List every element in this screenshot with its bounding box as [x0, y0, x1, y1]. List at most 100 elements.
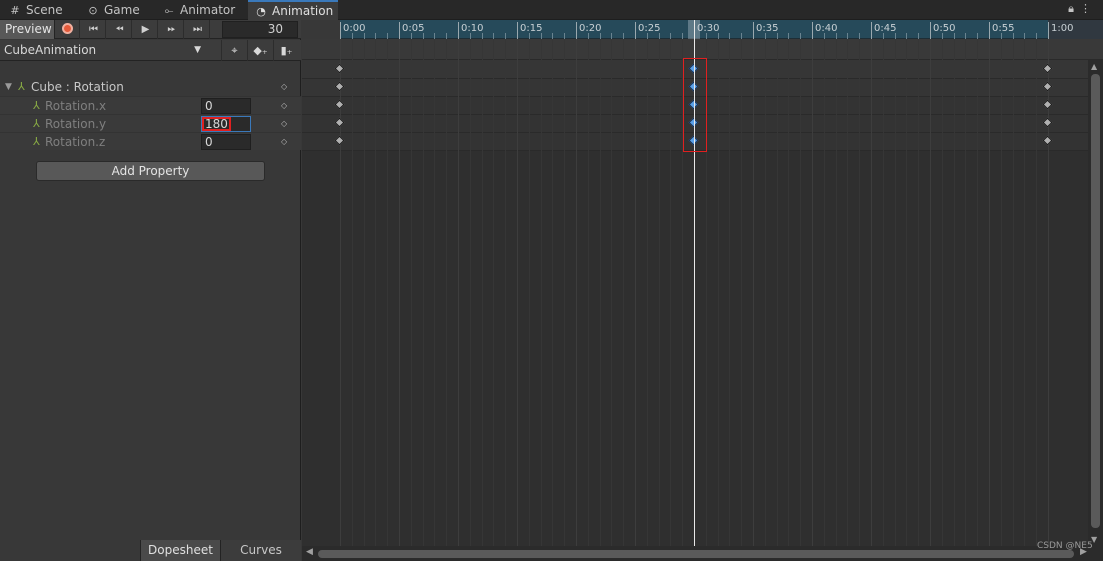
ruler-tick-label: 0:15: [520, 23, 543, 34]
keyframe-diamond-icon[interactable]: ◇: [281, 97, 287, 115]
grid-minor-line: [505, 39, 507, 549]
previous-keyframe-button[interactable]: ⏪︎: [108, 20, 132, 39]
record-button[interactable]: [56, 20, 80, 39]
grid-minor-line: [776, 39, 778, 549]
grid-major-line: [989, 39, 990, 549]
add-event-button[interactable]: ▮₊: [273, 40, 299, 61]
grid-minor-line: [717, 39, 719, 549]
playback-toolbar: Preview ⏮ ⏪︎ ▶ ⏩︎ ⏭ 30: [0, 20, 301, 39]
tab-curves[interactable]: Curves: [220, 540, 301, 561]
ruler-major-tick: [458, 22, 459, 39]
tab-animation[interactable]: ◔ Animation: [248, 0, 338, 20]
dopesheet-timeline[interactable]: 0:00 0:05 0:10 0:15 0:20 0:25 0:30 0:35 0:40 0:45…: [302, 20, 1103, 561]
add-keyframe-button[interactable]: ◆₊: [247, 40, 273, 61]
property-row-rotation-y[interactable]: ⅄ Rotation.y 180 ◇: [0, 114, 301, 132]
horizontal-scrollbar[interactable]: ◀ ▶: [302, 546, 1103, 561]
property-group-cube-rotation[interactable]: ▼ ⅄ Cube : Rotation ◇: [0, 78, 301, 96]
grid-major-line: [871, 39, 872, 549]
grid-minor-line: [351, 39, 353, 549]
time-ruler[interactable]: 0:00 0:05 0:10 0:15 0:20 0:25 0:30 0:35 0:40 0:45…: [302, 20, 1103, 39]
ruler-tick-label: 0:30: [697, 23, 720, 34]
grid-major-line: [753, 39, 754, 549]
tab-dopesheet[interactable]: Dopesheet: [140, 540, 220, 561]
clip-dropdown[interactable]: CubeAnimation ▼: [0, 40, 207, 61]
grid-major-line: [340, 39, 341, 549]
preview-button[interactable]: Preview: [0, 20, 55, 39]
add-event-icon: ▮₊: [280, 44, 293, 57]
keyframe-diamond-icon[interactable]: ◇: [281, 78, 287, 96]
grid-minor-line: [918, 39, 920, 549]
tab-game[interactable]: ⊙ Game: [86, 0, 158, 20]
property-label: Rotation.z: [45, 135, 106, 149]
grid-minor-line: [410, 39, 412, 549]
ruler-tick-label: 0:35: [756, 23, 779, 34]
scroll-left-arrow-icon[interactable]: ◀: [306, 547, 313, 557]
property-row-rotation-z[interactable]: ⅄ Rotation.z 0 ◇: [0, 132, 301, 150]
grid-minor-line: [611, 39, 613, 549]
ruler-major-tick: [989, 22, 990, 39]
add-property-button[interactable]: Add Property: [36, 161, 265, 181]
transform-icon: ⅄: [18, 80, 25, 93]
grid-minor-line: [493, 39, 495, 549]
grid-minor-line: [528, 39, 530, 549]
rotation-x-field[interactable]: 0: [201, 98, 251, 114]
keyframe-diamond-icon[interactable]: ◇: [281, 133, 287, 151]
keyframe-diamond-icon[interactable]: ◇: [281, 115, 287, 133]
horizontal-scroll-thumb[interactable]: [318, 550, 1074, 558]
grid-minor-line: [658, 39, 660, 549]
ruler-tick-label: 0:45: [874, 23, 897, 34]
first-keyframe-button[interactable]: ⏮: [82, 20, 106, 39]
grid-minor-line: [587, 39, 589, 549]
filter-by-selection-button[interactable]: ⌖: [221, 40, 247, 61]
animator-icon: ⟜: [164, 4, 174, 17]
grid-minor-line: [965, 39, 967, 549]
grid-minor-line: [564, 39, 566, 549]
grid-minor-line: [599, 39, 601, 549]
grid-minor-line: [469, 39, 471, 549]
tab-scene[interactable]: # Scene: [8, 0, 78, 20]
ruler-tick-label: 1:00: [1051, 23, 1074, 34]
grid-major-line: [576, 39, 577, 549]
foldout-arrow-icon[interactable]: ▼: [5, 78, 12, 96]
selected-keyframes-highlight: [683, 58, 707, 152]
skip-start-icon: ⏮: [89, 24, 98, 35]
grid-minor-line: [741, 39, 743, 549]
ruler-major-tick: [930, 22, 931, 39]
ruler-major-tick: [812, 22, 813, 39]
last-keyframe-button[interactable]: ⏭: [186, 20, 210, 39]
property-row-rotation-x[interactable]: ⅄ Rotation.x 0 ◇: [0, 96, 301, 114]
grid-minor-line: [363, 39, 365, 549]
grid-minor-line: [540, 39, 542, 549]
play-button[interactable]: ▶: [134, 20, 158, 39]
ruler-major-tick: [340, 22, 341, 39]
crosshair-icon: ⌖: [231, 44, 238, 57]
tab-animator-label: Animator: [180, 3, 236, 17]
rotation-z-field[interactable]: 0: [201, 134, 251, 150]
lock-icon[interactable]: 🔒︎: [1068, 2, 1080, 15]
tab-animator[interactable]: ⟜ Animator: [162, 0, 244, 20]
view-mode-tabs: Dopesheet Curves: [140, 540, 301, 561]
grid-minor-line: [422, 39, 424, 549]
grid-minor-line: [646, 39, 648, 549]
grid-minor-line: [764, 39, 766, 549]
transform-icon: ⅄: [33, 117, 40, 130]
next-keyframe-button[interactable]: ⏩︎: [160, 20, 184, 39]
frame-field[interactable]: 30: [222, 21, 298, 38]
vertical-scroll-thumb[interactable]: [1091, 74, 1100, 528]
grid-minor-line: [788, 39, 790, 549]
grid-minor-line: [375, 39, 377, 549]
grid-minor-line: [670, 39, 672, 549]
rotation-y-field[interactable]: 180: [201, 116, 251, 132]
grid-minor-line: [800, 39, 802, 549]
grid-major-line: [458, 39, 459, 549]
more-icon[interactable]: ⋮: [1080, 2, 1097, 15]
ruler-tick-label: 0:05: [402, 23, 425, 34]
vertical-scrollbar[interactable]: ▲ ▼: [1088, 60, 1103, 546]
grid-major-line: [399, 39, 400, 549]
scroll-up-arrow-icon[interactable]: ▲: [1091, 62, 1097, 71]
grid-minor-line: [953, 39, 955, 549]
ruler-tick-label: 0:50: [933, 23, 956, 34]
grid-minor-line: [1012, 39, 1014, 549]
property-label: Rotation.y: [45, 117, 107, 131]
grid-minor-line: [446, 39, 448, 549]
